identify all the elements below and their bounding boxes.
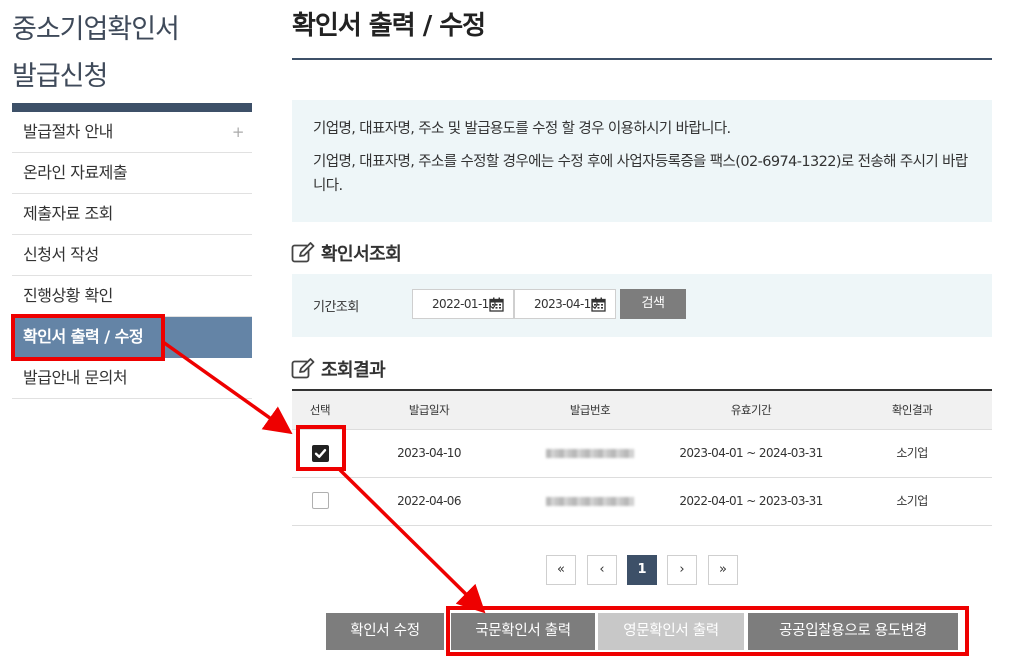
pagination-next-button[interactable]: › — [667, 555, 697, 585]
pagination-prev-button[interactable]: ‹ — [587, 555, 617, 585]
sidebar-item-online-submit[interactable]: 온라인 자료제출 — [12, 153, 252, 194]
notice-line-2: 기업명, 대표자명, 주소를 수정할 경우에는 수정 후에 사업자등록증을 팩스… — [313, 154, 968, 194]
sidebar-item-label: 신청서 작성 — [23, 245, 99, 264]
calendar-icon[interactable] — [591, 297, 606, 312]
column-header-issue-date: 발급일자 — [408, 403, 450, 417]
sidebar-item-label: 진행상황 확인 — [23, 286, 113, 305]
search-button[interactable]: 검색 — [620, 289, 686, 319]
issue-number-redacted — [546, 497, 634, 506]
column-header-result: 확인결과 — [891, 403, 933, 417]
table-header: 선택 발급일자 발급번호 유효기간 확인결과 — [292, 391, 992, 430]
table-row: 2022-04-06 2022-04-01 ~ 2023-03-31 소기업 — [292, 478, 992, 526]
sidebar-divider — [12, 103, 252, 112]
valid-period-cell: 2023-04-01 ~ 2024-03-31 — [679, 446, 823, 460]
pagination-first-button[interactable]: « — [546, 555, 576, 585]
annotation-box-menu — [11, 314, 165, 361]
issue-number-redacted — [546, 449, 634, 458]
title-divider — [292, 58, 992, 60]
pagination-last-button[interactable]: » — [708, 555, 738, 585]
row-select-checkbox[interactable] — [312, 492, 329, 509]
search-section-title: 확인서조회 — [321, 244, 402, 265]
edit-icon — [291, 358, 315, 379]
notice-line-1: 기업명, 대표자명, 주소 및 발급용도를 수정 할 경우 이용하시기 바랍니다… — [313, 121, 731, 137]
sidebar-item-label: 발급안내 문의처 — [23, 368, 128, 387]
notice-panel: 기업명, 대표자명, 주소 및 발급용도를 수정 할 경우 이용하시기 바랍니다… — [292, 100, 992, 222]
column-header-valid-period: 유효기간 — [730, 403, 772, 417]
page-title: 확인서 출력 / 수정 — [292, 11, 486, 41]
results-section-heading: 조회결과 — [291, 356, 386, 382]
search-section-heading: 확인서조회 — [291, 240, 402, 266]
table-row: 2023-04-10 2023-04-01 ~ 2024-03-31 소기업 — [292, 430, 992, 478]
sidebar-item-label: 온라인 자료제출 — [23, 163, 128, 182]
sidebar-item-application-write[interactable]: 신청서 작성 — [12, 235, 252, 276]
valid-period-cell: 2022-04-01 ~ 2023-03-31 — [679, 494, 823, 508]
edit-certificate-button[interactable]: 확인서 수정 — [326, 613, 444, 650]
annotation-box-buttons — [446, 606, 969, 656]
start-date-input[interactable]: 2022-01-10 — [412, 289, 514, 319]
sidebar-title-line2: 발급신청 — [12, 61, 108, 92]
sidebar-title-line1: 중소기업확인서 — [12, 14, 180, 45]
column-header-issue-number: 발급번호 — [569, 403, 611, 417]
period-label: 기간조회 — [313, 300, 359, 315]
sidebar-item-process-guide[interactable]: 발급절차 안내 + — [12, 112, 252, 153]
pagination-page-1[interactable]: 1 — [627, 555, 657, 585]
result-cell: 소기업 — [896, 446, 928, 460]
end-date-input[interactable]: 2023-04-10 — [514, 289, 616, 319]
sidebar-item-submitted-lookup[interactable]: 제출자료 조회 — [12, 194, 252, 235]
calendar-icon[interactable] — [489, 297, 504, 312]
sidebar-item-progress-check[interactable]: 진행상황 확인 — [12, 276, 252, 317]
annotation-box-checkbox — [296, 425, 346, 471]
sidebar-item-label: 제출자료 조회 — [23, 204, 113, 223]
issue-date-cell: 2023-04-10 — [397, 446, 461, 460]
issue-date-cell: 2022-04-06 — [397, 494, 461, 508]
plus-icon[interactable]: + — [232, 112, 245, 152]
results-section-title: 조회결과 — [321, 360, 386, 381]
sidebar-item-label: 발급절차 안내 — [23, 122, 113, 141]
result-cell: 소기업 — [896, 494, 928, 508]
start-date-value: 2022-01-10 — [432, 297, 496, 311]
end-date-value: 2023-04-10 — [534, 297, 598, 311]
sidebar-item-inquiry-contact[interactable]: 발급안내 문의처 — [12, 358, 252, 399]
column-header-select: 선택 — [309, 403, 331, 417]
sidebar-title: 중소기업확인서 발급신청 — [12, 6, 252, 100]
edit-icon — [291, 242, 315, 263]
